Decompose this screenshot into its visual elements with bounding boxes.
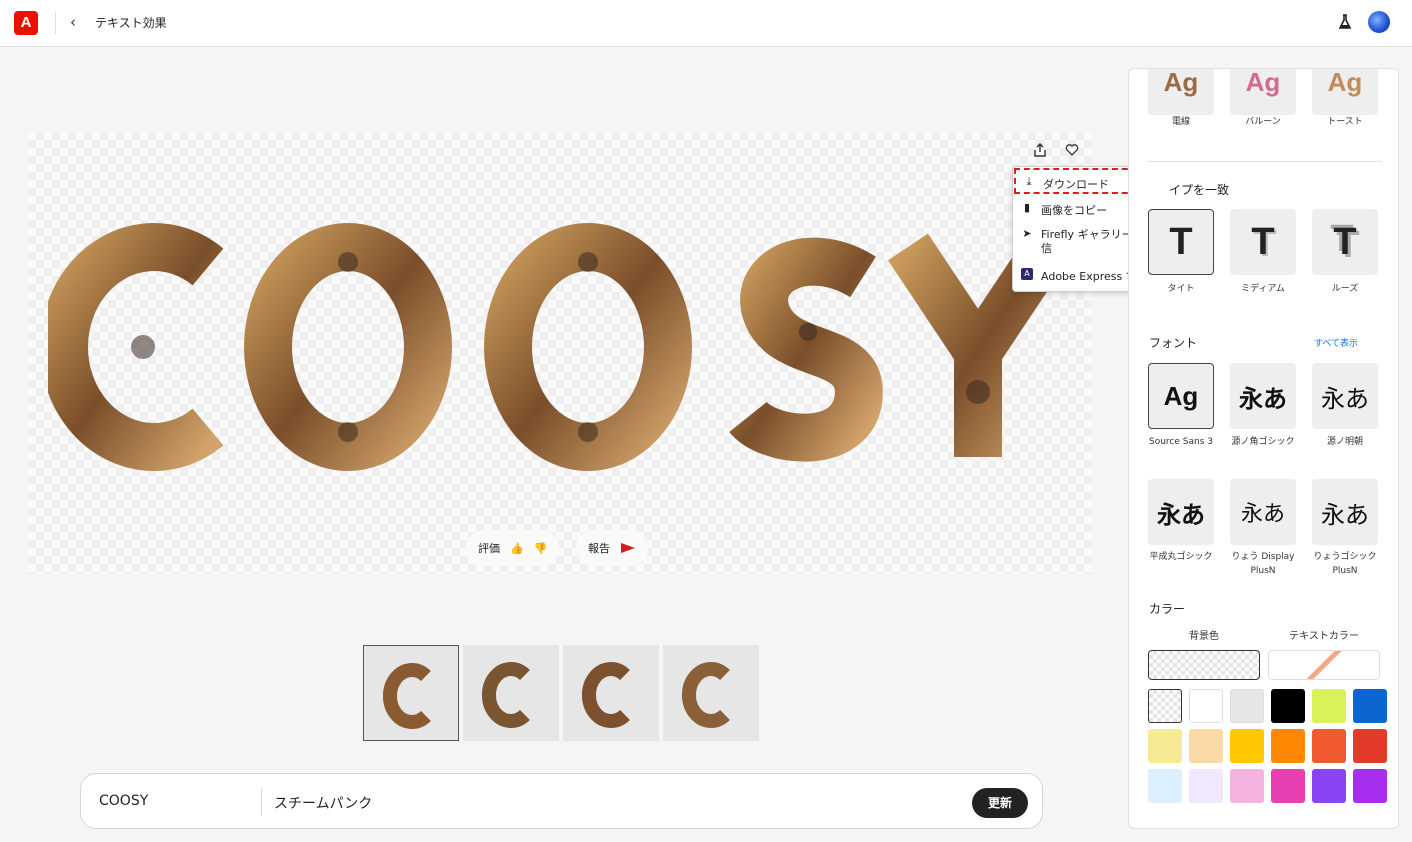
thumbnail-2[interactable] — [463, 645, 559, 741]
thumbnail-1[interactable] — [363, 645, 459, 741]
color-swatch[interactable] — [1312, 729, 1346, 763]
menu-item-copy-image[interactable]: ▮ 画像をコピー — [1021, 202, 1107, 218]
font-tile-source-han-sans[interactable]: 永あ — [1230, 363, 1296, 429]
color-swatch[interactable] — [1353, 769, 1387, 803]
font-tile-source-sans[interactable]: Ag — [1148, 363, 1214, 429]
style-prompt-input[interactable]: スチームパンク — [274, 793, 372, 813]
color-swatch[interactable] — [1230, 769, 1264, 803]
clipboard-icon: ▮ — [1023, 201, 1031, 214]
divider — [261, 788, 262, 816]
match-label: ルーズ — [1331, 284, 1359, 294]
thumbnail-4[interactable] — [663, 645, 759, 741]
color-swatch[interactable] — [1189, 689, 1223, 723]
font-label: りょう Display PlusN — [1231, 552, 1295, 576]
match-label: タイト — [1167, 284, 1195, 294]
avatar[interactable] — [1368, 11, 1390, 33]
show-all-link[interactable]: すべて表示 — [1314, 336, 1358, 349]
color-swatch[interactable] — [1271, 689, 1305, 723]
font-tile-heisei-maru[interactable]: 永あ — [1148, 479, 1214, 545]
font-label: 源ノ明朝 — [1326, 437, 1363, 447]
effect-label: トースト — [1327, 117, 1363, 127]
match-tight[interactable]: T — [1148, 209, 1214, 275]
report-label: 報告 — [588, 542, 610, 555]
page-title: テキスト効果 — [95, 16, 167, 30]
update-button[interactable]: 更新 — [972, 788, 1028, 818]
color-swatch[interactable] — [1353, 689, 1387, 723]
font-tile-ryo-display[interactable]: 永あ — [1230, 479, 1296, 545]
font-heading: フォント — [1149, 336, 1198, 350]
text-input[interactable]: COOSY — [99, 793, 148, 809]
match-label: ミディアム — [1241, 284, 1285, 294]
thumbs-down-icon[interactable]: 👎 — [534, 542, 548, 555]
flask-icon[interactable] — [1338, 14, 1352, 30]
thumbs-up-icon[interactable]: 👍 — [510, 542, 524, 555]
color-swatch[interactable] — [1353, 729, 1387, 763]
rate-label: 評価 — [478, 542, 500, 555]
effect-label: バルーン — [1245, 117, 1281, 127]
back-icon[interactable]: ‹ — [70, 12, 84, 32]
color-swatch[interactable] — [1148, 689, 1182, 723]
flag-icon[interactable] — [620, 542, 636, 554]
text-color-selector[interactable] — [1268, 650, 1380, 680]
divider — [1147, 161, 1382, 162]
send-icon: ➤ — [1022, 227, 1032, 240]
effect-tile-toast[interactable]: Ag — [1312, 69, 1378, 115]
color-swatch[interactable] — [1148, 769, 1182, 803]
color-swatch[interactable] — [1148, 729, 1182, 763]
effect-tile-wire[interactable]: Ag — [1148, 69, 1214, 115]
thumbnail-image — [581, 662, 630, 728]
effect-tile-balloon[interactable]: Ag — [1230, 69, 1296, 115]
font-label: 平成丸ゴシック — [1149, 552, 1213, 562]
adobe-express-icon: A — [1021, 268, 1033, 280]
bg-color-label: 背景色 — [1189, 631, 1219, 642]
match-medium[interactable]: T — [1230, 209, 1296, 275]
color-swatch[interactable] — [1189, 729, 1223, 763]
adobe-logo[interactable]: A — [14, 11, 38, 35]
match-loose[interactable]: T — [1312, 209, 1378, 275]
generated-image-canvas — [28, 132, 1092, 574]
divider — [55, 12, 56, 34]
prompt-bar: COOSY スチームパンク 更新 — [80, 773, 1043, 829]
background-color-selector[interactable] — [1148, 650, 1260, 680]
thumbnail-image — [681, 662, 730, 728]
match-type-heading: イプを一致 — [1169, 183, 1230, 197]
color-swatch[interactable] — [1230, 729, 1264, 763]
color-swatch[interactable] — [1312, 689, 1346, 723]
font-label: 源ノ角ゴシック — [1231, 437, 1295, 447]
report-group[interactable]: 報告 — [576, 530, 648, 566]
color-swatch[interactable] — [1271, 729, 1305, 763]
color-swatch[interactable] — [1271, 769, 1305, 803]
font-label: Source Sans 3 — [1149, 437, 1213, 447]
color-heading: カラー — [1149, 602, 1186, 616]
thumbnail-image — [481, 662, 530, 728]
share-icon[interactable] — [1028, 138, 1052, 162]
font-tile-ryo-gothic[interactable]: 永あ — [1312, 479, 1378, 545]
settings-panel: Ag Ag Ag 電線 バルーン トースト イプを一致 T T T タイト ミデ… — [1128, 68, 1399, 829]
color-swatch[interactable] — [1312, 769, 1346, 803]
effect-label: 電線 — [1171, 117, 1190, 127]
thumbnail-3[interactable] — [563, 645, 659, 741]
font-tile-source-han-serif[interactable]: 永あ — [1312, 363, 1378, 429]
font-label: りょうゴシック PlusN — [1313, 552, 1377, 576]
rating-group: 評価 👍 👎 — [466, 530, 560, 566]
steampunk-text-image — [48, 223, 1068, 471]
thumbnail-image — [382, 663, 431, 729]
top-bar: A ‹ テキスト効果 — [0, 0, 1412, 47]
color-swatch[interactable] — [1230, 689, 1264, 723]
favorite-icon[interactable] — [1060, 138, 1084, 162]
text-color-label: テキストカラー — [1289, 631, 1359, 642]
color-swatch[interactable] — [1189, 769, 1223, 803]
